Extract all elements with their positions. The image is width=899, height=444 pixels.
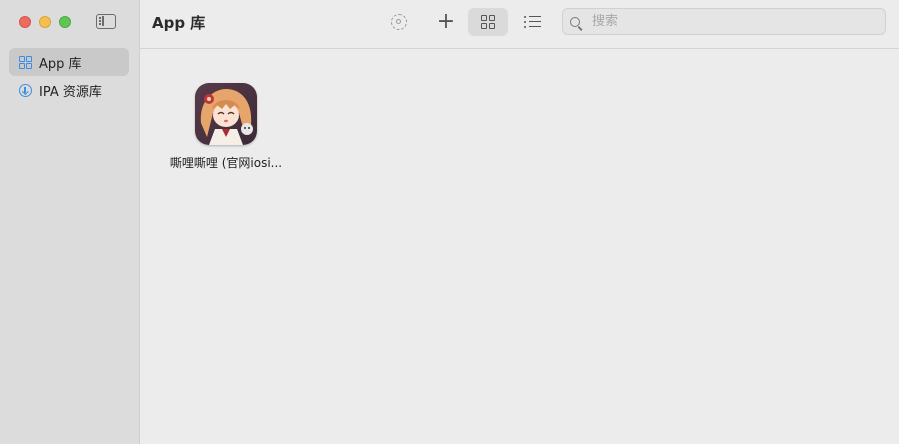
grid-view-icon: [480, 14, 496, 30]
app-icon[interactable]: [195, 83, 257, 145]
grid-icon: [19, 55, 32, 69]
grid-view-button[interactable]: [468, 8, 508, 36]
app-window: App 库 IPA 资源库 App 库 + 搜索 嘶哩嘶哩 (官网iosi...: [0, 0, 899, 444]
minimize-button[interactable]: [39, 16, 51, 28]
list-view-button[interactable]: [512, 8, 552, 36]
toolbar: App 库 +: [140, 0, 899, 49]
plus-icon: +: [436, 9, 456, 34]
app-item[interactable]: 嘶哩嘶哩 (官网iosi...: [160, 83, 292, 171]
gear-icon: [391, 14, 407, 30]
app-name: 嘶哩嘶哩 (官网iosi...: [169, 156, 283, 170]
sidebar-nav: App 库 IPA 资源库: [9, 48, 129, 104]
sidebar: App 库 IPA 资源库: [0, 0, 140, 444]
sidebar-item-ipa-library[interactable]: IPA 资源库: [9, 76, 129, 104]
download-circle-icon: [19, 83, 32, 97]
close-button[interactable]: [19, 16, 31, 28]
search-field[interactable]: [562, 8, 886, 35]
sidebar-item-app-library[interactable]: App 库: [9, 48, 129, 76]
sidebar-toggle-icon[interactable]: [96, 14, 116, 29]
app-grid: 嘶哩嘶哩 (官网iosi...: [140, 49, 899, 444]
search-icon: [570, 16, 580, 27]
add-button[interactable]: +: [426, 8, 466, 36]
sidebar-item-label: IPA 资源库: [39, 84, 102, 100]
list-view-icon: [523, 15, 541, 29]
page-title: App 库: [152, 14, 206, 32]
search-input[interactable]: [590, 13, 874, 30]
window-controls: [19, 16, 71, 28]
settings-button[interactable]: [379, 8, 419, 36]
zoom-button[interactable]: [59, 16, 71, 28]
sidebar-item-label: App 库: [39, 56, 82, 72]
